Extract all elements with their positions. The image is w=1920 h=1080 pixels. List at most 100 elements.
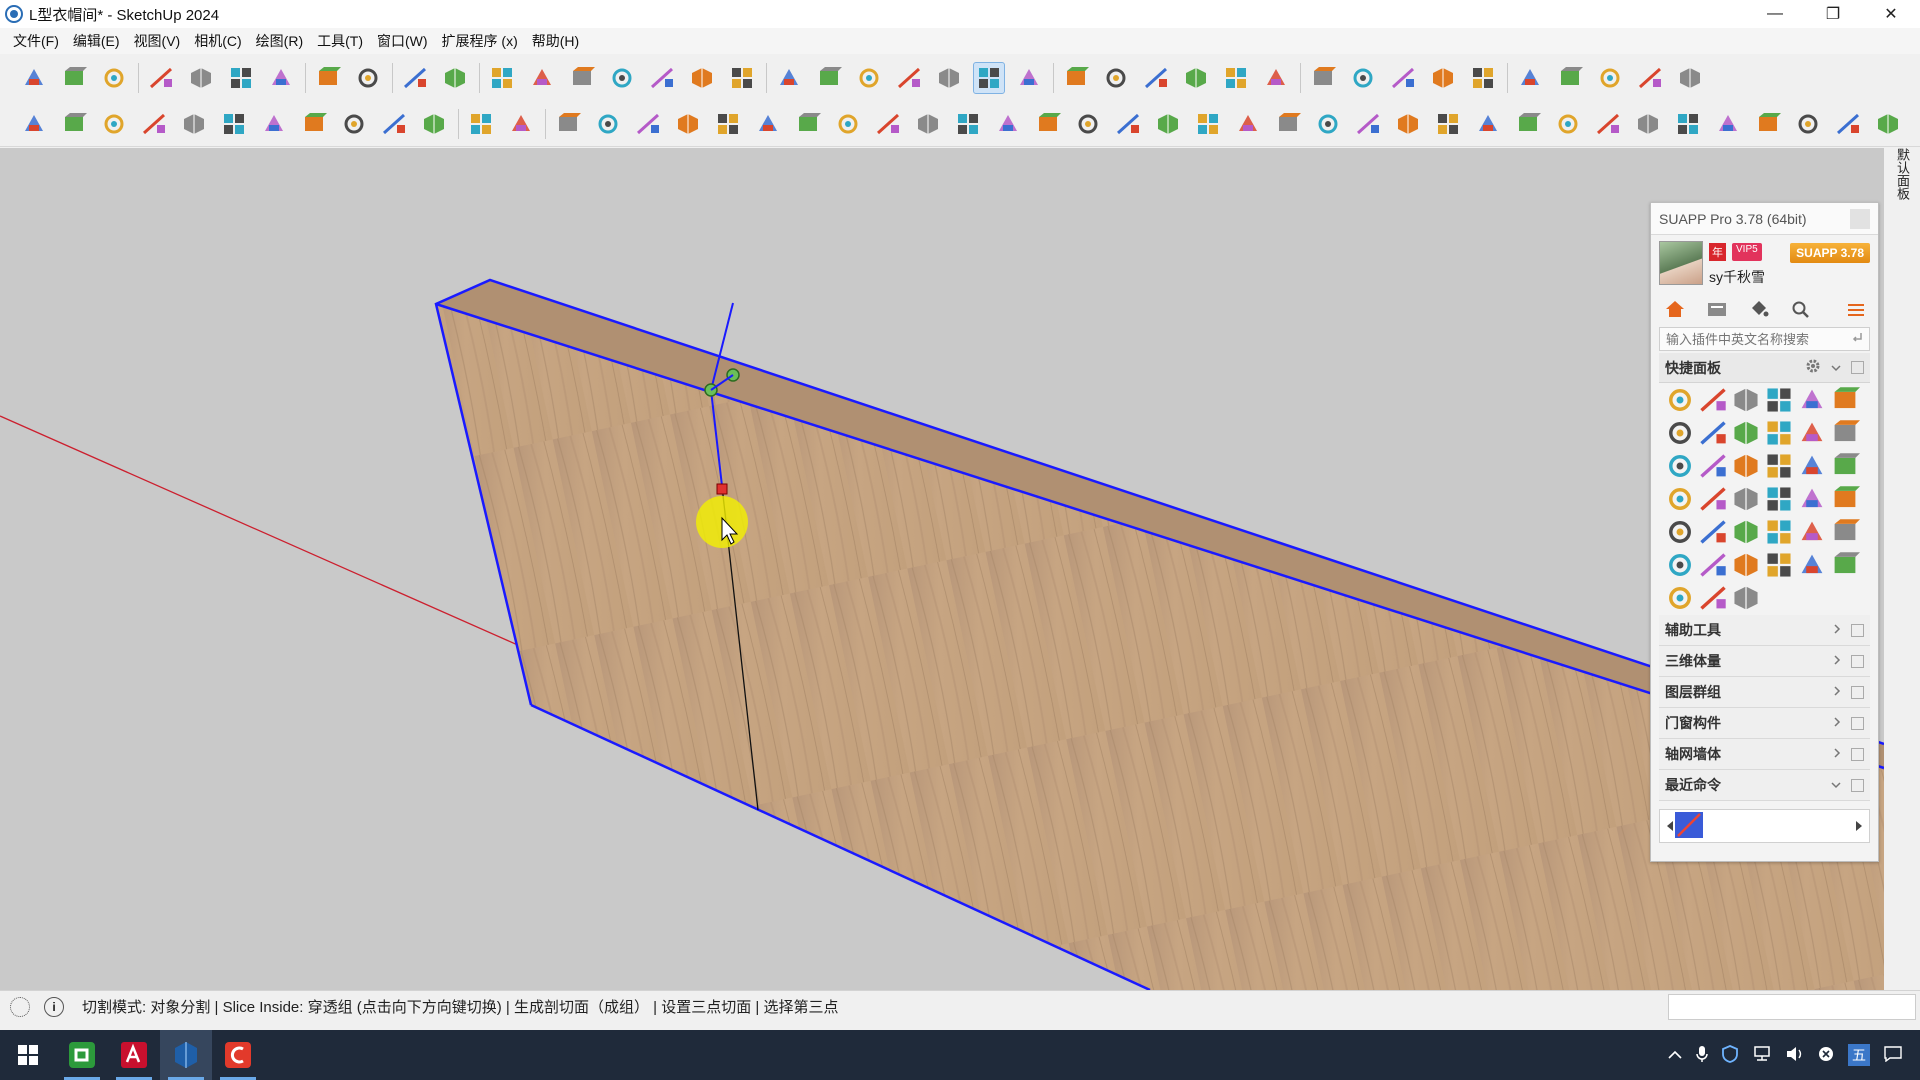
arc-loop-icon[interactable] (1797, 418, 1827, 448)
bucket-icon[interactable] (1512, 108, 1544, 140)
measurements-box[interactable] (1668, 994, 1916, 1020)
back-view-icon[interactable] (646, 62, 678, 94)
scale-icon[interactable] (298, 108, 330, 140)
scenes-icon[interactable] (1554, 62, 1586, 94)
chevron-right-icon[interactable] (1833, 654, 1841, 668)
cylinder-icon[interactable] (1830, 484, 1860, 514)
link-icon[interactable] (992, 108, 1024, 140)
menu-edit[interactable]: 编辑(E) (66, 31, 127, 51)
bend-icon[interactable] (1731, 484, 1761, 514)
monochrome-icon[interactable] (1013, 62, 1045, 94)
dimension-icon[interactable] (58, 108, 90, 140)
plane-light-blue-icon[interactable] (592, 108, 624, 140)
paste-icon[interactable] (225, 62, 257, 94)
rotate-icon[interactable] (258, 108, 290, 140)
line-dash-icon[interactable] (1665, 484, 1695, 514)
popout-icon[interactable] (1851, 778, 1864, 792)
menu-draw[interactable]: 绘图(R) (249, 31, 310, 51)
close-button[interactable]: ✕ (1862, 0, 1920, 28)
popout-icon[interactable] (1851, 623, 1864, 637)
popout-icon[interactable] (1851, 361, 1864, 374)
suapp-close-button[interactable] (1850, 208, 1870, 229)
add-location-icon[interactable] (1307, 62, 1339, 94)
home-icon[interactable] (1661, 296, 1689, 322)
category-row[interactable]: 最近命令 (1659, 770, 1870, 801)
stack-icon[interactable] (1592, 108, 1624, 140)
plane-blue-icon[interactable] (552, 108, 584, 140)
menu-view[interactable]: 视图(V) (127, 31, 188, 51)
slope-icon[interactable] (1797, 550, 1827, 580)
shaded-textures-icon[interactable] (973, 62, 1005, 94)
menu-tools[interactable]: 工具(T) (310, 31, 370, 51)
chevron-right-icon[interactable] (1833, 716, 1841, 730)
chevron-down-icon[interactable] (1831, 778, 1841, 792)
list-menu-icon[interactable] (1842, 297, 1870, 323)
bezier-icon[interactable] (1665, 385, 1695, 415)
right-view-icon[interactable] (606, 62, 638, 94)
sketchup-icon[interactable] (160, 1030, 212, 1080)
scroll-right-icon[interactable] (1855, 818, 1863, 834)
diamond-icon[interactable] (1752, 108, 1784, 140)
redo-icon[interactable] (352, 62, 384, 94)
plane-yellow-icon[interactable] (632, 108, 664, 140)
popout-icon[interactable] (1851, 716, 1864, 730)
copy-icon[interactable] (185, 62, 217, 94)
stack-cake-icon[interactable] (1731, 385, 1761, 415)
axis-icon[interactable] (465, 108, 497, 140)
grid-icon[interactable] (1427, 62, 1459, 94)
shield-icon[interactable] (1722, 1044, 1738, 1066)
suapp-title-bar[interactable]: SUAPP Pro 3.78 (64bit) (1651, 203, 1878, 235)
shaded-icon[interactable] (933, 62, 965, 94)
photo-match-icon[interactable] (1387, 62, 1419, 94)
cube-yellow-icon[interactable] (1764, 484, 1794, 514)
cut-line-icon[interactable] (378, 108, 410, 140)
category-row[interactable]: 图层群组 (1659, 677, 1870, 708)
triangle-icon[interactable] (1312, 108, 1344, 140)
volume-icon[interactable] (1786, 1046, 1804, 1065)
chevron-right-icon[interactable] (1833, 623, 1841, 637)
cloud-icon[interactable] (1467, 62, 1499, 94)
window-frame-icon[interactable] (1731, 550, 1761, 580)
plane-up-icon[interactable] (1665, 451, 1695, 481)
hidden-line-icon[interactable] (893, 62, 925, 94)
plane-red-icon[interactable] (712, 108, 744, 140)
case-icon[interactable] (1830, 517, 1860, 547)
gear-icon[interactable] (1805, 358, 1821, 377)
wireframe-icon[interactable] (853, 62, 885, 94)
settings-icon[interactable] (1514, 62, 1546, 94)
model-scene[interactable] (0, 148, 1884, 990)
category-row[interactable]: 辅助工具 (1659, 615, 1870, 646)
curve-icon[interactable] (1072, 108, 1104, 140)
triangle-frame-icon[interactable] (1665, 418, 1695, 448)
model-info-icon[interactable] (439, 62, 471, 94)
texture-icon[interactable] (1872, 108, 1904, 140)
plane-green-icon[interactable] (672, 108, 704, 140)
cone-icon[interactable] (1232, 108, 1264, 140)
front-view-icon[interactable] (566, 62, 598, 94)
slice-icon[interactable] (418, 108, 450, 140)
box-orange-icon[interactable] (1797, 517, 1827, 547)
menu-file[interactable]: 文件(F) (6, 31, 66, 51)
cone-green-icon[interactable] (1272, 108, 1304, 140)
grid-multi-icon[interactable] (1792, 108, 1824, 140)
menu-extensions[interactable]: 扩展程序 (x) (435, 31, 525, 51)
print-icon[interactable] (399, 62, 431, 94)
chevron-right-icon[interactable] (1833, 747, 1841, 761)
arrow-green-up-icon[interactable] (1764, 418, 1794, 448)
chart-icon[interactable] (1698, 583, 1728, 613)
box-open-icon[interactable] (1764, 550, 1794, 580)
avatar[interactable] (1659, 241, 1703, 285)
components-browser-icon[interactable] (1100, 62, 1132, 94)
top-view-icon[interactable] (526, 62, 558, 94)
move-cross-icon[interactable] (1472, 108, 1504, 140)
pencil-icon[interactable] (1764, 385, 1794, 415)
camtasia-icon[interactable] (56, 1030, 108, 1080)
library-icon[interactable] (1703, 296, 1731, 322)
hook-icon[interactable] (1352, 108, 1384, 140)
scissors-icon[interactable] (1731, 451, 1761, 481)
cart-icon[interactable] (1634, 62, 1666, 94)
recorder-icon[interactable] (212, 1030, 264, 1080)
minimize-button[interactable]: — (1746, 0, 1804, 28)
pipe-icon[interactable] (1665, 517, 1695, 547)
dish-icon[interactable] (1665, 550, 1695, 580)
